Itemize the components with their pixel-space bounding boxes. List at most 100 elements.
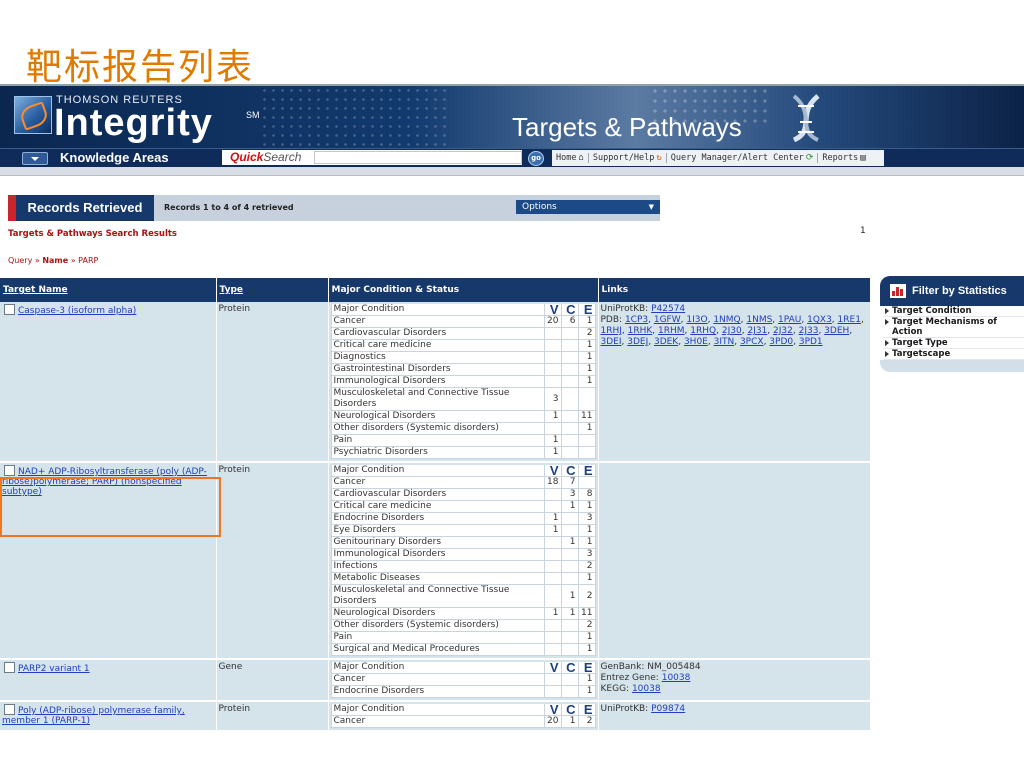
external-id-link[interactable]: 1CP3 [625, 315, 648, 325]
filter-item-target-type[interactable]: Target Type [884, 338, 1024, 349]
condition-count[interactable] [560, 363, 579, 376]
row-checkbox[interactable] [4, 662, 15, 673]
row-checkbox[interactable] [4, 304, 15, 315]
condition-count[interactable]: 11 [577, 410, 596, 423]
condition-count[interactable] [543, 422, 562, 435]
target-name-link[interactable]: Caspase-3 (isoform alpha) [18, 306, 136, 316]
condition-count[interactable]: 20 [543, 315, 562, 328]
condition-count[interactable]: 1 [577, 500, 596, 513]
options-dropdown[interactable]: Options ▼ [516, 200, 660, 214]
column-header-type[interactable]: Type [216, 278, 329, 302]
condition-count[interactable] [560, 339, 579, 352]
condition-count[interactable]: 1 [560, 500, 579, 513]
condition-count[interactable] [560, 434, 579, 447]
condition-count[interactable] [560, 560, 579, 573]
condition-count[interactable] [543, 619, 562, 632]
condition-count[interactable]: 1 [560, 584, 579, 608]
condition-count[interactable]: 2 [577, 715, 596, 728]
condition-count[interactable]: 7 [560, 476, 579, 489]
condition-count[interactable] [560, 410, 579, 423]
condition-count[interactable] [560, 375, 579, 388]
condition-count[interactable]: 1 [543, 410, 562, 423]
condition-count[interactable]: 1 [543, 512, 562, 525]
condition-count[interactable]: 3 [543, 387, 562, 411]
external-id-link[interactable]: 2J33 [799, 326, 819, 336]
condition-count[interactable] [543, 673, 562, 686]
condition-count[interactable]: 1 [543, 607, 562, 620]
target-name-link[interactable]: PARP2 variant 1 [18, 664, 90, 674]
filter-item-target-mechanisms[interactable]: Target Mechanisms of Action [884, 317, 1024, 338]
condition-count[interactable] [560, 446, 579, 459]
external-id-link[interactable]: 1QX3 [807, 315, 832, 325]
condition-count[interactable]: 20 [543, 715, 562, 728]
condition-count[interactable]: 1 [577, 422, 596, 435]
condition-count[interactable] [543, 327, 562, 340]
breadcrumb-query[interactable]: Query [8, 256, 32, 265]
external-id-link[interactable]: 1NMQ [713, 315, 740, 325]
filter-item-target-condition[interactable]: Target Condition [884, 306, 1024, 317]
condition-count[interactable] [543, 375, 562, 388]
filter-item-targetscape[interactable]: Targetscape [884, 349, 1024, 360]
condition-count[interactable] [543, 500, 562, 513]
condition-count[interactable]: 1 [560, 607, 579, 620]
external-id-link[interactable]: 3ITN [714, 337, 735, 347]
nav-link-support-help[interactable]: Support/Help ↻ [587, 153, 666, 163]
condition-count[interactable] [543, 584, 562, 608]
condition-count[interactable] [560, 548, 579, 561]
external-id-link[interactable]: 1NMS [746, 315, 772, 325]
condition-count[interactable] [560, 351, 579, 364]
condition-count[interactable]: 1 [577, 643, 596, 656]
external-id-link[interactable]: 3PCX [740, 337, 764, 347]
condition-count[interactable]: 1 [577, 536, 596, 549]
condition-count[interactable]: 8 [577, 488, 596, 501]
condition-count[interactable] [560, 673, 579, 686]
target-name-link[interactable]: NAD+ ADP-Ribosyltransferase (poly (ADP-r… [2, 467, 207, 497]
condition-count[interactable] [560, 327, 579, 340]
condition-count[interactable]: 3 [577, 548, 596, 561]
condition-count[interactable]: 6 [560, 315, 579, 328]
condition-count[interactable] [560, 643, 579, 656]
condition-count[interactable] [543, 488, 562, 501]
external-id-link[interactable]: 1PAU [778, 315, 801, 325]
condition-count[interactable]: 3 [577, 512, 596, 525]
external-id-link[interactable]: 1RHM [658, 326, 685, 336]
column-header-target-name[interactable]: Target Name [0, 278, 217, 302]
go-button[interactable]: go [528, 151, 544, 166]
condition-count[interactable]: 1 [577, 363, 596, 376]
condition-count[interactable]: 3 [560, 488, 579, 501]
condition-count[interactable]: 1 [577, 375, 596, 388]
external-id-link[interactable]: 3DEJ [627, 337, 648, 347]
condition-count[interactable] [543, 351, 562, 364]
nav-link-reports[interactable]: Reports ▤ [817, 153, 869, 163]
condition-count[interactable]: 1 [577, 351, 596, 364]
condition-count[interactable]: 1 [577, 339, 596, 352]
nav-link-home[interactable]: Home ⌂ [552, 153, 588, 163]
condition-count[interactable]: 1 [577, 631, 596, 644]
condition-count[interactable] [577, 446, 596, 459]
external-id-link[interactable]: 1RHK [628, 326, 653, 336]
condition-count[interactable]: 18 [543, 476, 562, 489]
condition-count[interactable]: 1 [577, 685, 596, 698]
condition-count[interactable] [543, 339, 562, 352]
external-id-link[interactable]: 1RHJ [601, 326, 622, 336]
external-id-link[interactable]: 1GFW [654, 315, 681, 325]
condition-count[interactable]: 1 [543, 446, 562, 459]
external-id-link[interactable]: P09874 [651, 704, 685, 714]
condition-count[interactable] [577, 387, 596, 411]
condition-count[interactable]: 2 [577, 327, 596, 340]
external-id-link[interactable]: 1I3O [686, 315, 707, 325]
condition-count[interactable] [577, 434, 596, 447]
condition-count[interactable] [560, 631, 579, 644]
external-id-link[interactable]: 3DEI [601, 337, 622, 347]
condition-count[interactable] [543, 572, 562, 585]
external-id-link[interactable]: 3H0E [684, 337, 708, 347]
condition-count[interactable]: 1 [543, 524, 562, 537]
condition-count[interactable]: 2 [577, 584, 596, 608]
condition-count[interactable] [543, 631, 562, 644]
external-id-link[interactable]: 2J32 [773, 326, 793, 336]
external-id-link[interactable]: P42574 [651, 304, 685, 314]
external-id-link[interactable]: 3DEK [654, 337, 678, 347]
condition-count[interactable]: 1 [543, 434, 562, 447]
condition-count[interactable]: 1 [560, 715, 579, 728]
condition-count[interactable]: 2 [577, 560, 596, 573]
